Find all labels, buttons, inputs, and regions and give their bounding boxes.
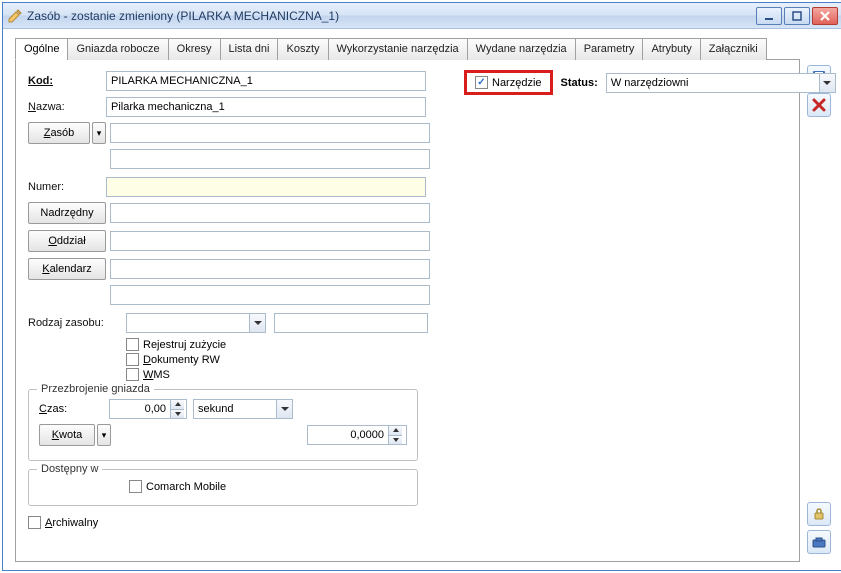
czas-spinner[interactable] [109, 399, 187, 419]
tab-wydane[interactable]: Wydane narzędzia [467, 38, 576, 60]
main-column: Ogólne Gniazda robocze Okresy Lista dni … [15, 37, 800, 562]
dokumenty-label: Dokumenty RW [143, 354, 220, 366]
kalendarz-input-2[interactable] [110, 285, 430, 305]
label-rodzaj: Rodzaj zasobu: [28, 317, 126, 329]
pencil-icon [7, 8, 23, 24]
tab-ogolne[interactable]: Ogólne [15, 38, 68, 60]
kwota-button[interactable]: Kwota [39, 424, 95, 446]
rejestruj-checkbox[interactable] [126, 338, 139, 351]
archiwalny-label: Archiwalny [45, 517, 98, 529]
status-area: Narzędzie Status: W narzędziowni [464, 70, 836, 95]
window-buttons [756, 7, 838, 25]
delete-button[interactable] [807, 93, 831, 117]
tab-zalaczniki[interactable]: Załączniki [700, 38, 767, 60]
toolbox-icon [811, 534, 827, 550]
toolbox-button[interactable] [807, 530, 831, 554]
dostepny-group: Dostępny w Comarch Mobile [28, 469, 418, 506]
tab-atrybuty[interactable]: Atrybuty [642, 38, 700, 60]
titlebar: Zasób - zostanie zmieniony (PILARKA MECH… [3, 3, 841, 29]
dostepny-legend: Dostępny w [37, 463, 102, 475]
rodzaj-input[interactable] [274, 313, 428, 333]
archiwalny-checkbox[interactable] [28, 516, 41, 529]
label-czas: Czas: [39, 403, 109, 415]
minimize-button[interactable] [756, 7, 782, 25]
kalendarz-button[interactable]: Kalendarz [28, 258, 106, 280]
chevron-down-icon[interactable] [819, 74, 835, 92]
comarch-checkbox[interactable] [129, 480, 142, 493]
oddzial-button[interactable]: Oddział [28, 230, 106, 252]
zasob-input-2[interactable] [110, 149, 430, 169]
chevron-down-icon[interactable] [249, 314, 265, 332]
label-nazwa: Nazwa: [28, 101, 106, 113]
status-value: W narzędziowni [607, 77, 819, 89]
czas-spin-buttons[interactable] [170, 400, 184, 418]
rejestruj-label: Rejestruj zużycie [143, 339, 226, 351]
chevron-down-icon [171, 410, 184, 419]
comarch-label: Comarch Mobile [146, 481, 226, 493]
zasob-input[interactable] [110, 123, 430, 143]
chevron-down-icon[interactable] [276, 400, 292, 418]
czas-unit-dropdown[interactable]: sekund [193, 399, 293, 419]
lock-icon [811, 506, 827, 522]
chevron-up-icon [171, 400, 184, 410]
kwota-pick-button[interactable]: ▾ [97, 424, 111, 446]
dokumenty-checkbox[interactable] [126, 353, 139, 366]
rodzaj-dropdown[interactable] [126, 313, 266, 333]
window-body: Ogólne Gniazda robocze Okresy Lista dni … [3, 29, 841, 570]
narzedzie-label: Narzędzie [492, 77, 542, 89]
tab-wykorzystanie[interactable]: Wykorzystanie narzędzia [328, 38, 468, 60]
kwota-spinner[interactable] [307, 425, 407, 445]
tab-gniazda[interactable]: Gniazda robocze [67, 38, 168, 60]
window-title: Zasób - zostanie zmieniony (PILARKA MECH… [27, 9, 756, 23]
wms-checkbox[interactable] [126, 368, 139, 381]
nazwa-input[interactable] [106, 97, 426, 117]
narzedzie-checkbox[interactable] [475, 76, 488, 89]
zasob-pick-button[interactable]: ▾ [92, 122, 106, 144]
tab-content: Narzędzie Status: W narzędziowni Kod: Na… [15, 60, 800, 562]
close-button[interactable] [812, 7, 838, 25]
tab-parametry[interactable]: Parametry [575, 38, 644, 60]
status-label: Status: [561, 77, 598, 89]
x-icon [811, 97, 827, 113]
label-kod: Kod: [28, 75, 106, 87]
nadrzedny-button[interactable]: Nadrzędny [28, 202, 106, 224]
numer-input[interactable] [106, 177, 426, 197]
czas-input[interactable] [110, 400, 170, 418]
tab-okresy[interactable]: Okresy [168, 38, 221, 60]
lock-button[interactable] [807, 502, 831, 526]
oddzial-input[interactable] [110, 231, 430, 251]
zasob-button[interactable]: Zasób [28, 122, 90, 144]
narzedzie-highlight: Narzędzie [464, 70, 553, 95]
tab-lista-dni[interactable]: Lista dni [220, 38, 279, 60]
window: Zasób - zostanie zmieniony (PILARKA MECH… [2, 2, 841, 571]
kwota-spin-buttons[interactable] [388, 426, 402, 444]
chevron-down-icon [389, 436, 402, 445]
side-toolbar [804, 37, 834, 562]
kalendarz-input[interactable] [110, 259, 430, 279]
label-numer: Numer: [28, 181, 106, 193]
tab-bar: Ogólne Gniazda robocze Okresy Lista dni … [15, 37, 800, 60]
tab-koszty[interactable]: Koszty [277, 38, 328, 60]
kod-input[interactable] [106, 71, 426, 91]
przezbrojenie-group: Przezbrojenie gniazda Czas: seku [28, 389, 418, 461]
wms-label: WMS [143, 369, 170, 381]
maximize-button[interactable] [784, 7, 810, 25]
przezbrojenie-legend: Przezbrojenie gniazda [37, 383, 154, 395]
status-dropdown[interactable]: W narzędziowni [606, 73, 836, 93]
nadrzedny-input[interactable] [110, 203, 430, 223]
chevron-up-icon [389, 426, 402, 436]
kwota-input[interactable] [308, 426, 388, 444]
